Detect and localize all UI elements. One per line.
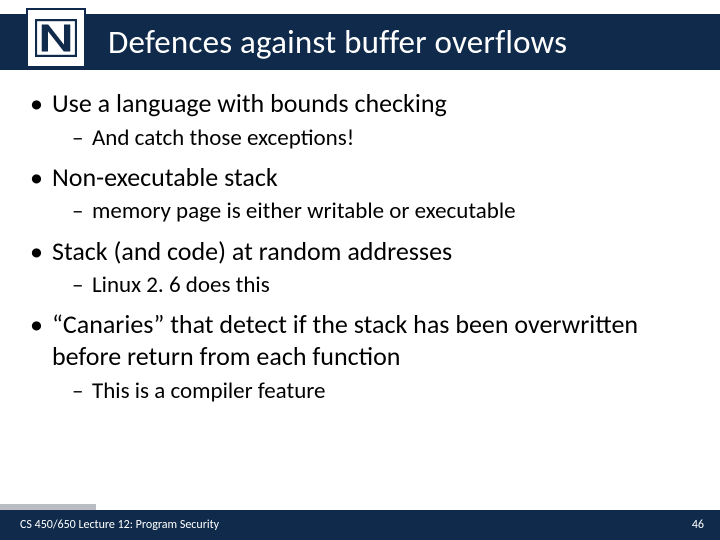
bullet-item: “Canaries” that detect if the stack has … bbox=[30, 309, 700, 372]
slide-title: Defences against buffer overflows bbox=[108, 22, 567, 62]
n-logo-icon bbox=[35, 19, 77, 57]
bullet-subitem: And catch those exceptions! bbox=[30, 124, 700, 152]
university-logo bbox=[26, 8, 86, 68]
footer-bar: CS 450/650 Lecture 12: Program Security … bbox=[0, 510, 720, 540]
title-bar: Defences against buffer overflows bbox=[0, 14, 720, 70]
bullet-item: Stack (and code) at random addresses bbox=[30, 236, 700, 268]
bullet-subitem: Linux 2. 6 does this bbox=[30, 271, 700, 299]
bullet-item: Use a language with bounds checking bbox=[30, 88, 700, 120]
bullet-item: Non-executable stack bbox=[30, 162, 700, 194]
bullet-subitem: This is a compiler feature bbox=[30, 377, 700, 405]
slide: Defences against buffer overflows Use a … bbox=[0, 0, 720, 540]
bullet-subitem: memory page is either writable or execut… bbox=[30, 197, 700, 225]
slide-number: 46 bbox=[692, 518, 704, 532]
footer-left-text: CS 450/650 Lecture 12: Program Security bbox=[20, 518, 219, 532]
slide-body: Use a language with bounds checking And … bbox=[30, 88, 700, 415]
